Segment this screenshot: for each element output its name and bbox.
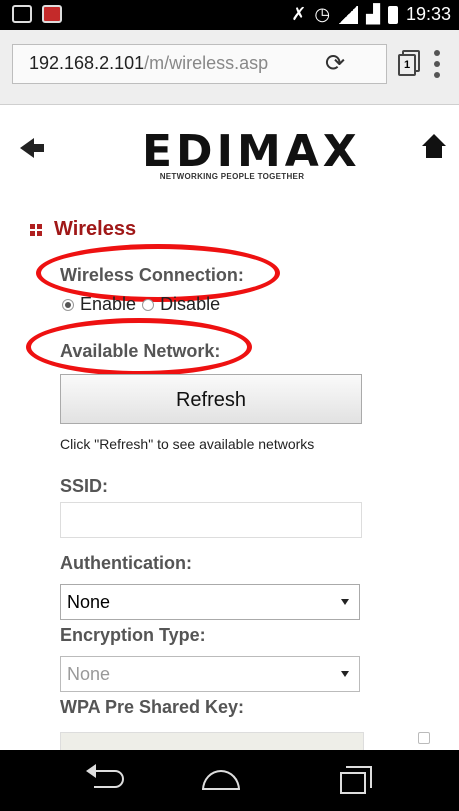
- refresh-button[interactable]: Refresh: [60, 374, 362, 424]
- wifi-icon: [338, 5, 359, 24]
- show-key-checkbox[interactable]: [418, 732, 430, 744]
- back-arrow-icon[interactable]: [20, 138, 44, 158]
- disable-radio[interactable]: [142, 298, 155, 311]
- app-notification-icon: [42, 5, 62, 23]
- disable-label: Disable: [160, 294, 221, 314]
- status-time: 19:33: [405, 4, 451, 24]
- url-host: 192.168.2.101: [29, 53, 145, 73]
- android-nav-bar: [0, 750, 459, 811]
- section-bullet-icon: [30, 223, 42, 236]
- url-path: /m/wireless.asp: [144, 53, 269, 73]
- encryption-type-select[interactable]: None: [60, 656, 360, 692]
- ssid-label: SSID:: [60, 476, 109, 496]
- wpa-key-input[interactable]: [60, 732, 364, 750]
- url-bar[interactable]: 192.168.2.101/m/wireless.asp ⟳: [12, 44, 387, 84]
- overflow-menu-icon[interactable]: [434, 50, 440, 78]
- alarm-icon: ◷: [314, 4, 331, 24]
- dropdown-arrow-icon: [341, 599, 349, 605]
- section-header: Wireless: [30, 218, 136, 241]
- ssid-input[interactable]: [60, 502, 362, 538]
- battery-icon: [387, 5, 398, 24]
- signal-icon: ▟: [366, 4, 380, 24]
- authentication-label: Authentication:: [60, 553, 192, 573]
- page-header: EDIMAX NETWORKING PEOPLE TOGETHER: [0, 104, 459, 204]
- edimax-logo: EDIMAX NETWORKING PEOPLE TOGETHER: [142, 126, 361, 182]
- home-icon[interactable]: [422, 134, 446, 160]
- wpa-key-label: WPA Pre Shared Key:: [60, 697, 245, 717]
- encryption-type-label: Encryption Type:: [60, 625, 206, 645]
- tabs-button[interactable]: 1: [398, 50, 420, 76]
- dropdown-arrow-icon: [341, 671, 349, 677]
- browser-toolbar: 192.168.2.101/m/wireless.asp ⟳ 1: [0, 30, 459, 105]
- reload-icon[interactable]: ⟳: [325, 49, 345, 78]
- nav-home-icon[interactable]: [202, 770, 242, 792]
- nav-back-icon[interactable]: [86, 764, 126, 792]
- authentication-value: None: [67, 592, 111, 612]
- tab-count: 1: [398, 54, 416, 76]
- refresh-hint: Click "Refresh" to see available network…: [60, 436, 315, 452]
- status-bar: ✗ ◷ ▟ 19:33: [0, 0, 459, 30]
- wireless-connection-radios: Enable Disable: [62, 294, 220, 315]
- annotation-circle: [26, 318, 252, 376]
- section-title: Wireless: [54, 218, 137, 240]
- enable-label: Enable: [80, 294, 137, 314]
- authentication-select[interactable]: None: [60, 584, 360, 620]
- encryption-value: None: [67, 664, 111, 684]
- nav-recents-icon[interactable]: [340, 766, 372, 794]
- mute-icon: ✗: [291, 4, 307, 24]
- enable-radio[interactable]: [62, 298, 74, 311]
- gallery-icon: [12, 5, 32, 23]
